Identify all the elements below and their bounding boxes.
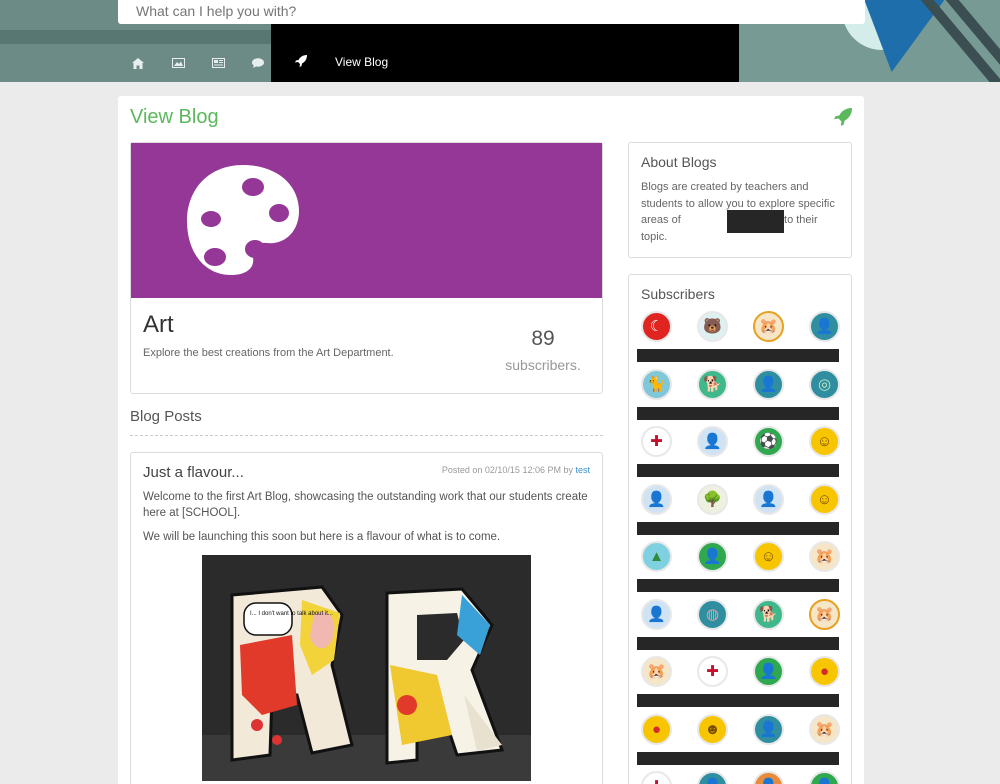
redaction-bar	[637, 579, 839, 592]
man-avatar-icon[interactable]: 👤	[697, 771, 728, 784]
redaction-box	[727, 210, 784, 233]
redaction-bar	[637, 694, 839, 707]
smiley-icon[interactable]: ☺	[809, 483, 840, 515]
default-user-icon[interactable]: 👤	[753, 483, 784, 515]
laughing-face-icon[interactable]: ☻	[697, 713, 728, 745]
man-beard-icon[interactable]: 👤	[753, 656, 784, 687]
post-image[interactable]: I... I don't want to talk about it...	[202, 555, 531, 781]
hamster-icon[interactable]: 🐹	[753, 311, 784, 342]
subscribers-box: Subscribers ☾ 🐻 🐹 👤 🐈 🐕 👤 ◎ ✚ 👤 ⚽ ☺ 👤 🌳 👤 ☺ ▲ 👤 ☺ 🐹 👤 ◍ 🐕 🐹 🐹 ✚ 👤 ●…	[628, 274, 852, 784]
speech-bubble-text: I... I don't want to talk about it...	[250, 611, 333, 617]
dog-icon[interactable]: 🐕	[753, 598, 784, 630]
blog-banner	[131, 143, 602, 298]
default-user-icon[interactable]: 👤	[641, 598, 672, 630]
hamster-icon[interactable]: 🐹	[641, 656, 672, 687]
tree-icon[interactable]: 🌳	[697, 483, 728, 515]
cat-icon[interactable]: 🐈	[641, 368, 672, 400]
globe-icon[interactable]: ◎	[809, 368, 840, 400]
nav-item-view-blog[interactable]: View Blog	[271, 24, 739, 82]
brain-icon[interactable]: ◍	[697, 598, 728, 630]
football-icon[interactable]: ⚽	[753, 426, 784, 457]
blog-description: Explore the best creations from the Art …	[143, 347, 394, 359]
green-avatar-icon[interactable]: 👤	[809, 771, 840, 784]
redaction-bar	[637, 406, 839, 420]
rocket-icon	[834, 108, 852, 131]
post-paragraph: Welcome to the first Art Blog, showcasin…	[143, 491, 588, 519]
hamster-icon[interactable]: 🐹	[809, 713, 840, 745]
blog-posts-heading: Blog Posts	[130, 408, 603, 436]
redaction-bar	[637, 464, 839, 477]
search-bar[interactable]	[118, 0, 865, 24]
turkey-flag-icon[interactable]: ☾	[641, 311, 672, 342]
mountains-icon[interactable]: ▲	[641, 541, 672, 572]
post-paragraph: We will be launching this soon but here …	[143, 531, 501, 543]
man-avatar-icon[interactable]: 👤	[753, 713, 784, 745]
search-input[interactable]	[136, 0, 847, 24]
main-nav	[118, 44, 278, 82]
post-date: Posted on 02/10/15 12:06 PM by	[441, 465, 573, 475]
orange-avatar-icon[interactable]: 👤	[753, 771, 784, 784]
hamster-icon[interactable]: 🐹	[809, 598, 840, 630]
default-user-icon[interactable]: 👤	[641, 483, 672, 515]
palette-icon	[187, 165, 299, 275]
redaction-bar	[637, 349, 839, 362]
about-title: About Blogs	[641, 154, 717, 170]
redaction-bar	[637, 636, 839, 650]
smiley-icon[interactable]: ☺	[809, 426, 840, 457]
uk-flag-icon[interactable]: ✚	[641, 426, 672, 457]
rocket-icon	[295, 55, 307, 70]
blog-card: Art Explore the best creations from the …	[130, 142, 603, 394]
page-title: View Blog	[130, 106, 219, 128]
post-meta: Posted on 02/10/15 12:06 PM by test	[442, 465, 590, 475]
about-blogs-box: About Blogs Blogs are created by teacher…	[628, 142, 852, 258]
red-ball-icon[interactable]: ●	[809, 656, 840, 687]
man-avatar-icon[interactable]: 👤	[753, 368, 784, 400]
image-icon[interactable]	[158, 44, 198, 82]
hamster-icon[interactable]: 🐹	[809, 541, 840, 572]
nav-active-label: View Blog	[335, 55, 389, 69]
post-title[interactable]: Just a flavour...	[143, 464, 244, 481]
blog-post: Just a flavour... Posted on 02/10/15 12:…	[130, 452, 603, 784]
redaction-bar	[637, 521, 839, 535]
redaction-bar	[637, 751, 839, 765]
red-ball-icon[interactable]: ●	[641, 713, 672, 745]
polar-bear-icon[interactable]: 🐻	[697, 311, 728, 342]
dog-icon[interactable]: 🐕	[697, 368, 728, 400]
subscriber-label: subscribers.	[505, 357, 581, 373]
subscribers-title: Subscribers	[641, 286, 715, 302]
home-icon[interactable]	[118, 44, 158, 82]
man-beard-icon[interactable]: 👤	[697, 541, 728, 572]
letters-sculpture-image: I... I don't want to talk about it...	[202, 555, 531, 781]
newspaper-icon[interactable]	[198, 44, 238, 82]
smiley-icon[interactable]: ☺	[753, 541, 784, 572]
default-user-icon[interactable]: 👤	[697, 426, 728, 457]
main-panel: View Blog Art Explore the best creations…	[118, 96, 864, 784]
subscriber-count: 89	[531, 327, 555, 350]
blog-name: Art	[143, 311, 174, 338]
uk-flag-icon[interactable]: ✚	[697, 656, 728, 687]
uk-flag-icon[interactable]: ✚	[641, 771, 672, 784]
person-dark-icon[interactable]: 👤	[809, 311, 840, 342]
post-author-link[interactable]: test	[575, 465, 590, 475]
